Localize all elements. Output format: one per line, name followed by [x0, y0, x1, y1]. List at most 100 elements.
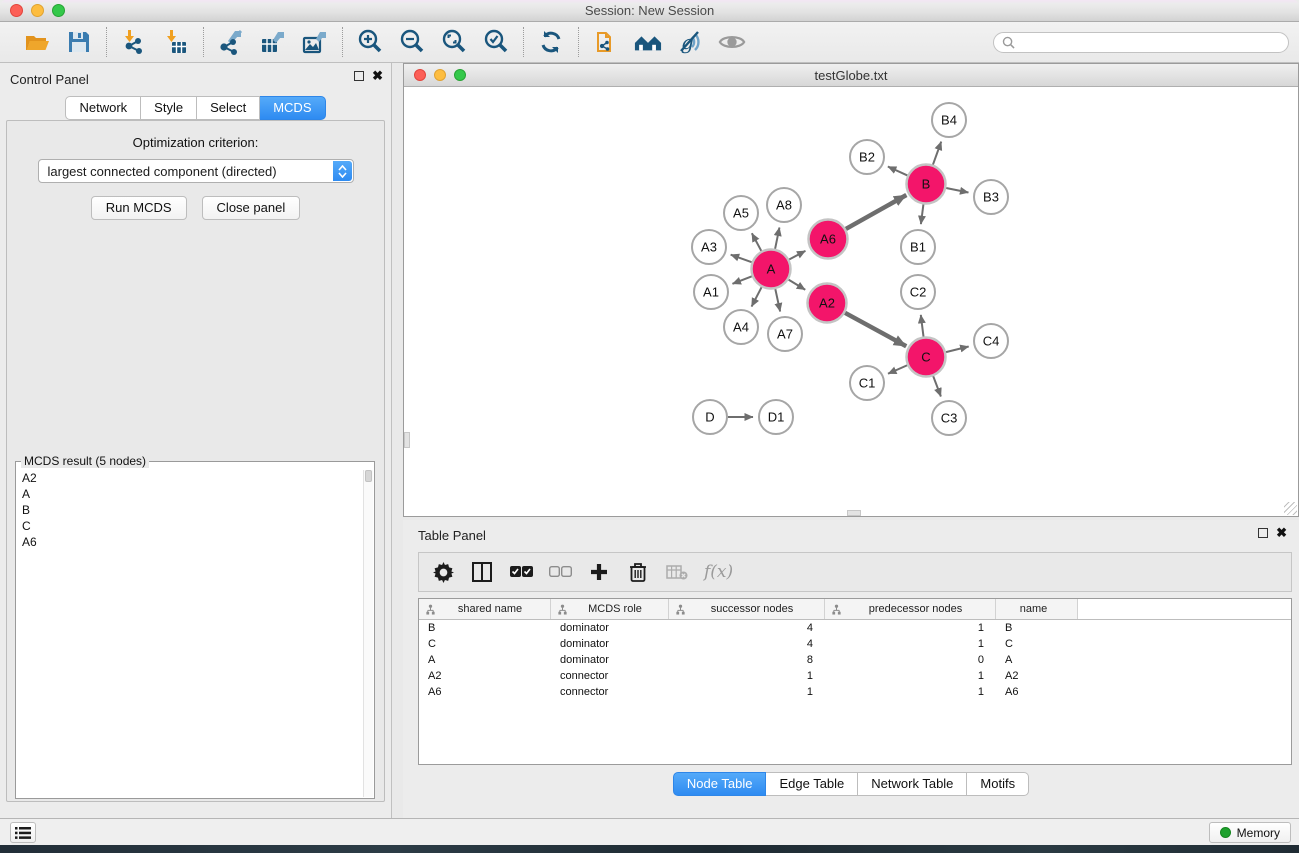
zoom-selected-icon[interactable]	[482, 28, 510, 56]
tab-motifs[interactable]: Motifs	[967, 772, 1029, 796]
table-cell[interactable]: A6	[419, 684, 551, 700]
graph-node-B[interactable]: B	[907, 165, 946, 204]
deselect-all-icon[interactable]	[548, 560, 572, 584]
tab-mcds[interactable]: MCDS	[260, 96, 325, 120]
table-cell[interactable]: dominator	[551, 620, 669, 636]
tab-network[interactable]: Network	[65, 96, 141, 120]
graph-node-A8[interactable]: A8	[767, 188, 801, 222]
close-network-button[interactable]	[414, 69, 426, 81]
table-row[interactable]: Adominator80A	[419, 652, 1291, 668]
graph-edge-B-B2[interactable]	[888, 167, 907, 176]
minimize-window-button[interactable]	[31, 4, 44, 17]
graph-edge-A2-C[interactable]	[845, 313, 906, 346]
zoom-fit-icon[interactable]	[440, 28, 468, 56]
graph-edge-C-C4[interactable]	[946, 346, 969, 352]
graph-node-C4[interactable]: C4	[974, 324, 1008, 358]
memory-button[interactable]: Memory	[1209, 822, 1291, 843]
column-header-predecessor-nodes[interactable]: predecessor nodes	[825, 599, 996, 619]
table-cell[interactable]: 8	[669, 652, 825, 668]
graph-edge-A6-B[interactable]	[846, 195, 907, 229]
graph-node-A4[interactable]: A4	[724, 310, 758, 344]
tab-style[interactable]: Style	[141, 96, 197, 120]
task-history-button[interactable]	[10, 822, 36, 843]
table-row[interactable]: Cdominator41C	[419, 636, 1291, 652]
graph-edge-C-C2[interactable]	[921, 315, 924, 337]
graph-edge-A-A7[interactable]	[775, 289, 780, 311]
function-builder-icon[interactable]: f(x)	[704, 562, 733, 582]
graph-node-C2[interactable]: C2	[901, 275, 935, 309]
show-columns-icon[interactable]	[470, 560, 494, 584]
table-cell[interactable]: A	[419, 652, 551, 668]
first-neighbors-icon[interactable]	[634, 28, 662, 56]
table-cell[interactable]: A	[996, 652, 1078, 668]
optimization-criterion-select[interactable]: largest connected component (directed)	[38, 159, 354, 183]
graph-node-A[interactable]: A	[752, 250, 791, 289]
table-cell[interactable]: 0	[825, 652, 996, 668]
table-cell[interactable]: 1	[825, 684, 996, 700]
clone-network-icon[interactable]	[592, 28, 620, 56]
close-panel-icon[interactable]: ✖	[372, 71, 383, 81]
mcds-result-item[interactable]: C	[17, 518, 363, 534]
table-cell[interactable]: 1	[669, 684, 825, 700]
graph-edge-C-C1[interactable]	[888, 365, 907, 373]
tab-network-table[interactable]: Network Table	[858, 772, 967, 796]
graph-node-B4[interactable]: B4	[932, 103, 966, 137]
graph-node-D1[interactable]: D1	[759, 400, 793, 434]
show-hidden-eye-icon[interactable]	[718, 28, 746, 56]
graph-node-B2[interactable]: B2	[850, 140, 884, 174]
import-table-icon[interactable]	[162, 28, 190, 56]
table-cell[interactable]: connector	[551, 684, 669, 700]
table-cell[interactable]: 1	[825, 668, 996, 684]
table-row[interactable]: A2connector11A2	[419, 668, 1291, 684]
refresh-layout-icon[interactable]	[537, 28, 565, 56]
close-window-button[interactable]	[10, 4, 23, 17]
export-image-icon[interactable]	[301, 28, 329, 56]
tab-edge-table[interactable]: Edge Table	[766, 772, 858, 796]
mcds-result-item[interactable]: B	[17, 502, 363, 518]
vertical-scrollbar-nub[interactable]	[404, 432, 410, 448]
table-cell[interactable]: 1	[669, 668, 825, 684]
graph-node-B3[interactable]: B3	[974, 180, 1008, 214]
mcds-result-item[interactable]: A2	[17, 470, 363, 486]
graph-edge-A-A5[interactable]	[752, 233, 761, 251]
graph-edge-A-A4[interactable]	[752, 287, 762, 306]
network-graph[interactable]: B4B2BB3A5A8A6B1A3AA1C2A2A4A7C4CC1C3DD1	[404, 87, 1298, 517]
zoom-network-button[interactable]	[454, 69, 466, 81]
delete-column-icon[interactable]	[665, 560, 689, 584]
export-network-icon[interactable]	[217, 28, 245, 56]
table-cell[interactable]: connector	[551, 668, 669, 684]
graph-edge-A-A6[interactable]	[789, 251, 805, 260]
table-settings-gear-icon[interactable]	[431, 560, 455, 584]
add-column-plus-icon[interactable]	[587, 560, 611, 584]
table-cell[interactable]: dominator	[551, 636, 669, 652]
graph-node-A1[interactable]: A1	[694, 275, 728, 309]
table-cell[interactable]: A6	[996, 684, 1078, 700]
graph-node-C[interactable]: C	[907, 338, 946, 377]
table-cell[interactable]: B	[996, 620, 1078, 636]
table-row[interactable]: A6connector11A6	[419, 684, 1291, 700]
table-cell[interactable]: 4	[669, 620, 825, 636]
hide-selected-icon[interactable]: g	[676, 28, 704, 56]
graph-node-C3[interactable]: C3	[932, 401, 966, 435]
graph-node-A5[interactable]: A5	[724, 196, 758, 230]
search-input[interactable]	[1020, 35, 1280, 49]
save-session-icon[interactable]	[65, 28, 93, 56]
graph-edge-B-B3[interactable]	[946, 188, 968, 192]
graph-edge-A-A3[interactable]	[731, 255, 752, 262]
table-cell[interactable]: 1	[825, 636, 996, 652]
mcds-result-item[interactable]: A	[17, 486, 363, 502]
mcds-result-item[interactable]: A6	[17, 534, 363, 550]
graph-node-D[interactable]: D	[693, 400, 727, 434]
close-panel-button[interactable]: Close panel	[202, 196, 301, 220]
table-cell[interactable]: 4	[669, 636, 825, 652]
import-network-icon[interactable]	[120, 28, 148, 56]
close-table-panel-icon[interactable]: ✖	[1276, 528, 1287, 538]
tab-select[interactable]: Select	[197, 96, 260, 120]
graph-node-A2[interactable]: A2	[808, 284, 847, 323]
graph-edge-A-A8[interactable]	[775, 228, 779, 249]
resize-grip[interactable]	[1284, 502, 1297, 515]
zoom-out-icon[interactable]	[398, 28, 426, 56]
table-row[interactable]: Bdominator41B	[419, 620, 1291, 636]
table-cell[interactable]: A2	[996, 668, 1078, 684]
table-cell[interactable]: dominator	[551, 652, 669, 668]
